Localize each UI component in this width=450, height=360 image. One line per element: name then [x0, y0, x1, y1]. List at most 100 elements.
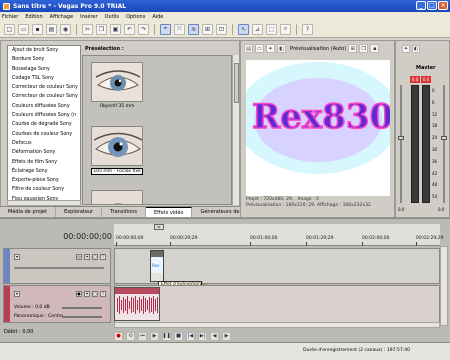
menu-options[interactable]: Options: [126, 14, 145, 20]
timeline-hscroll[interactable]: [114, 322, 440, 328]
minimize-button[interactable]: _: [416, 1, 426, 10]
fx-item[interactable]: Couleurs diffusées Sony: [8, 102, 80, 111]
undo-icon[interactable]: ↶: [124, 23, 135, 35]
auto-crossfade-icon[interactable]: ⤫: [174, 23, 185, 35]
track-solo-icon[interactable]: !: [100, 291, 106, 297]
menu-inserer[interactable]: Insérer: [80, 14, 97, 20]
pan-slider[interactable]: [62, 316, 102, 318]
selection-tool-icon[interactable]: ⬚: [266, 23, 277, 35]
track-mute-icon[interactable]: ○: [92, 291, 98, 297]
go-to-start-icon[interactable]: |◀: [186, 331, 195, 341]
preset-thumb-2[interactable]: 105 mm - Focale fixe: [91, 126, 143, 175]
fx-item[interactable]: Déformation Sony: [8, 148, 80, 157]
fx-item[interactable]: Defocus: [8, 139, 80, 148]
track-motion-icon[interactable]: ◎: [76, 254, 82, 260]
preset-thumb-3[interactable]: [91, 190, 143, 204]
tab-project-media[interactable]: Média de projet: [0, 207, 57, 217]
fx-item[interactable]: Courbes de couleur Sony: [8, 130, 80, 139]
loop-icon[interactable]: ⟲: [126, 331, 135, 341]
stop-icon[interactable]: ■: [174, 331, 183, 341]
audio-event-clip[interactable]: [114, 287, 160, 321]
pause-icon[interactable]: ❚❚: [162, 331, 171, 341]
external-monitor-icon[interactable]: ▭: [255, 44, 264, 53]
menu-edition[interactable]: Edition: [25, 14, 42, 20]
tab-transitions[interactable]: Transitions: [102, 207, 146, 217]
redo-icon[interactable]: ↷: [138, 23, 149, 35]
volume-slider[interactable]: [62, 307, 102, 309]
copy-icon[interactable]: ❐: [96, 23, 107, 35]
fx-item[interactable]: Couleurs diffusées Sony (n: [8, 111, 80, 120]
track-solo-icon[interactable]: !: [100, 254, 106, 260]
split-screen-icon[interactable]: ◧: [277, 44, 286, 53]
preview-quality-dropdown[interactable]: Prévisualisation (Auto): [290, 46, 346, 52]
paste-icon[interactable]: ▣: [110, 23, 121, 35]
audio-track-header[interactable]: ▾ ● ✦ ○ ! Volume : 0,0 dB Panoramique : …: [3, 285, 111, 323]
track-mute-icon[interactable]: ○: [92, 254, 98, 260]
track-arm-icon[interactable]: ●: [76, 291, 82, 297]
menu-aide[interactable]: Aide: [152, 14, 163, 20]
next-frame-icon[interactable]: ▶: [222, 331, 231, 341]
scrollbar-thumb[interactable]: [234, 63, 239, 103]
play-icon[interactable]: ▶: [150, 331, 159, 341]
play-from-start-icon[interactable]: ⏮: [138, 331, 147, 341]
audio-track-lane[interactable]: [114, 285, 440, 323]
properties-icon[interactable]: ▤: [46, 23, 57, 35]
open-icon[interactable]: ▭: [18, 23, 29, 35]
track-expand-icon[interactable]: ▾: [14, 254, 20, 260]
video-track-header[interactable]: ▾ ◎ ✦ ○ !: [3, 248, 111, 284]
menu-affichage[interactable]: Affichage: [50, 14, 74, 20]
preset-scrollbar[interactable]: [232, 55, 239, 205]
ripple-edit-icon[interactable]: ≋: [188, 23, 199, 35]
lock-envelopes-icon[interactable]: ⊞: [202, 23, 213, 35]
menu-fichier[interactable]: Fichier: [2, 14, 18, 20]
ignore-grouping-icon[interactable]: ⊡: [216, 23, 227, 35]
preview-fx-icon[interactable]: ✦: [266, 44, 275, 53]
fx-item[interactable]: Bosselage Sony: [8, 65, 80, 74]
save-snapshot-icon[interactable]: ▪: [370, 44, 380, 53]
video-event-clip[interactable]: Rex: [150, 250, 164, 282]
loop-region-marker[interactable]: ⇔: [154, 224, 164, 230]
record-icon[interactable]: ●: [114, 331, 123, 341]
track-fx-icon[interactable]: ✦: [84, 254, 90, 260]
master-fx-icon[interactable]: ✦: [402, 45, 410, 53]
overlays-icon[interactable]: ⊞: [348, 44, 358, 53]
preset-thumb-1[interactable]: Objectif 35 mm: [91, 62, 143, 109]
help-icon[interactable]: ?: [302, 23, 313, 35]
tab-video-fx[interactable]: Effets vidéo: [145, 207, 193, 217]
menu-outils[interactable]: Outils: [105, 14, 119, 20]
close-button[interactable]: ×: [438, 1, 448, 10]
envelope-tool-icon[interactable]: ⊿: [252, 23, 263, 35]
track-expand-icon[interactable]: ▾: [14, 291, 20, 297]
time-ruler[interactable]: ⇔ 00:00:00;00 00:00:29;29 00:01:00;00 00…: [114, 224, 443, 246]
go-to-end-icon[interactable]: ▶|: [198, 331, 207, 341]
fx-item[interactable]: Correcteur de couleur Sony: [8, 92, 80, 101]
fx-item[interactable]: Exporte-pièce Sony: [8, 176, 80, 185]
master-fader-left[interactable]: [398, 136, 404, 140]
master-fader-right[interactable]: [441, 136, 447, 140]
new-project-icon[interactable]: □: [4, 23, 15, 35]
save-icon[interactable]: ▪: [32, 23, 43, 35]
snap-icon[interactable]: ⌖: [160, 23, 171, 35]
fx-item[interactable]: Éclairage Sony: [8, 167, 80, 176]
prev-frame-icon[interactable]: ◀: [210, 331, 219, 341]
copy-snapshot-icon[interactable]: ❐: [359, 44, 369, 53]
track-fx-icon[interactable]: ✦: [84, 291, 90, 297]
tab-explorer[interactable]: Explorateur: [56, 207, 103, 217]
cut-icon[interactable]: ✂: [82, 23, 93, 35]
master-mute-icon[interactable]: ◐: [412, 45, 420, 53]
track-level-slider[interactable]: [14, 267, 104, 269]
fx-item[interactable]: Bordure Sony: [8, 55, 80, 64]
fx-item[interactable]: Codage TSL Sony: [8, 74, 80, 83]
normal-edit-tool-icon[interactable]: ↖: [238, 23, 249, 35]
preview-properties-icon[interactable]: ▤: [244, 44, 253, 53]
timeline-vscroll[interactable]: [440, 246, 448, 326]
maximize-button[interactable]: □: [427, 1, 437, 10]
fx-item[interactable]: Courbe de dégradé Sony: [8, 120, 80, 129]
video-fx-list[interactable]: Ajout de bruit Sony Bordure Sony Bossela…: [7, 45, 81, 205]
fx-item[interactable]: Ajout de bruit Sony: [8, 46, 80, 55]
fx-item[interactable]: Filtre de couleur Sony: [8, 185, 80, 194]
fx-item[interactable]: Correcteur de couleur Sony: [8, 83, 80, 92]
render-icon[interactable]: ◉: [60, 23, 71, 35]
zoom-tool-icon[interactable]: ⌕: [280, 23, 291, 35]
fx-item[interactable]: Effets de film Sony: [8, 158, 80, 167]
